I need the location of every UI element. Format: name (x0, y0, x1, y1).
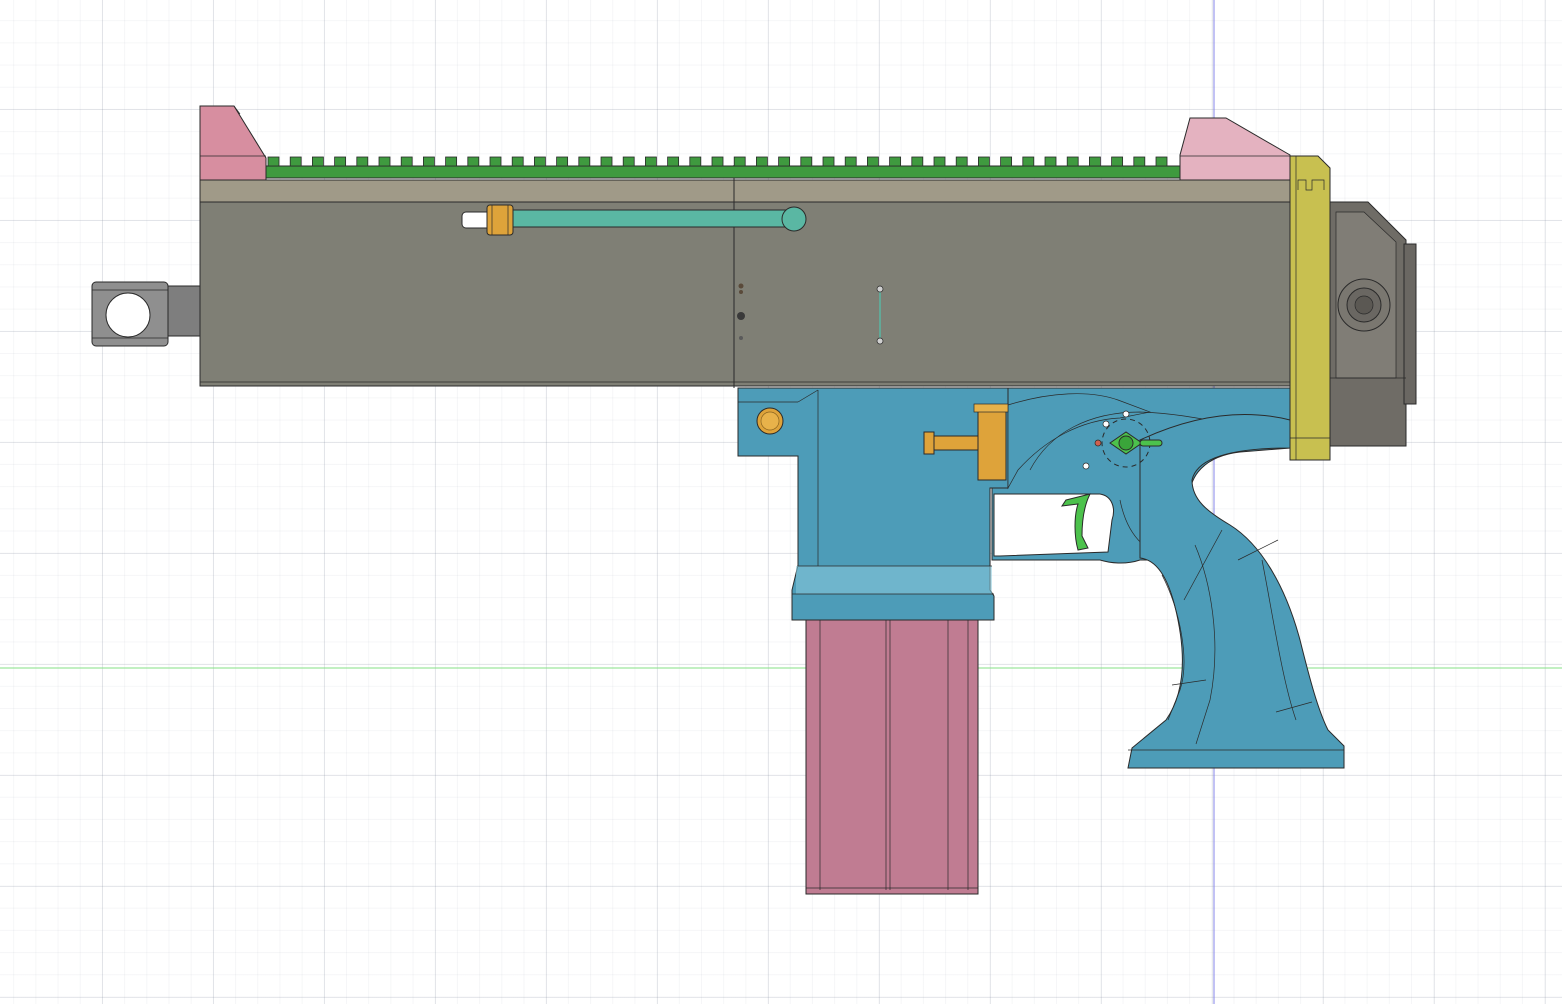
rail-tooth (911, 156, 924, 167)
rail-tooth (334, 156, 347, 167)
rail-tooth (889, 156, 901, 167)
rail-tooth (667, 156, 679, 167)
rail-tooth (711, 156, 724, 167)
picatinny-rail[interactable] (265, 156, 1181, 179)
rail-tooth (800, 156, 813, 167)
rail-tooth (733, 156, 746, 167)
end-cap[interactable] (1289, 155, 1331, 461)
rail-tooth (1022, 156, 1035, 167)
rail-tooth (534, 156, 546, 167)
rail-tooth (556, 156, 568, 167)
front-sight[interactable] (199, 105, 267, 181)
rail-tooth (1089, 156, 1101, 167)
rail-tooth (756, 156, 768, 167)
model-canvas[interactable] (0, 0, 1562, 1004)
rail-tooth (1111, 156, 1123, 167)
rail-tooth (622, 156, 635, 167)
rail-tooth (978, 156, 990, 167)
rail-tooth (311, 156, 324, 167)
rail-tooth (600, 156, 613, 167)
muzzle-device[interactable] (91, 281, 201, 347)
pistol-grip[interactable] (1127, 414, 1345, 769)
buffer-tube-adapter[interactable] (1329, 201, 1417, 447)
rail-tooth (267, 156, 280, 167)
rail-tooth (489, 156, 502, 167)
rail-tooth (445, 156, 458, 167)
rail-tooth (867, 156, 879, 167)
rail-tooth (422, 156, 435, 167)
rail-tooth (289, 156, 302, 167)
magazine[interactable] (805, 617, 979, 895)
rail-tooth (1133, 156, 1146, 167)
rail-tooth (1044, 156, 1057, 167)
rail-tooth (778, 156, 790, 167)
upper-receiver[interactable] (199, 165, 1291, 388)
rail-tooth (1066, 156, 1079, 167)
rail-tooth (933, 156, 946, 167)
rail-tooth (378, 156, 391, 167)
rail-tooth (578, 156, 591, 167)
rail-tooth (467, 156, 480, 167)
rail-tooth (511, 156, 524, 167)
rail-tooth (1000, 156, 1012, 167)
rail-tooth (955, 156, 968, 167)
rail-tooth (1155, 156, 1168, 167)
rail-tooth (645, 156, 657, 167)
rail-tooth (356, 156, 369, 167)
rail-tooth (400, 156, 413, 167)
rail-tooth (822, 156, 835, 167)
cad-viewport[interactable] (0, 0, 1562, 1004)
rear-sight[interactable] (1179, 117, 1291, 181)
rail-tooth (689, 156, 702, 167)
rail-tooth (844, 156, 857, 167)
